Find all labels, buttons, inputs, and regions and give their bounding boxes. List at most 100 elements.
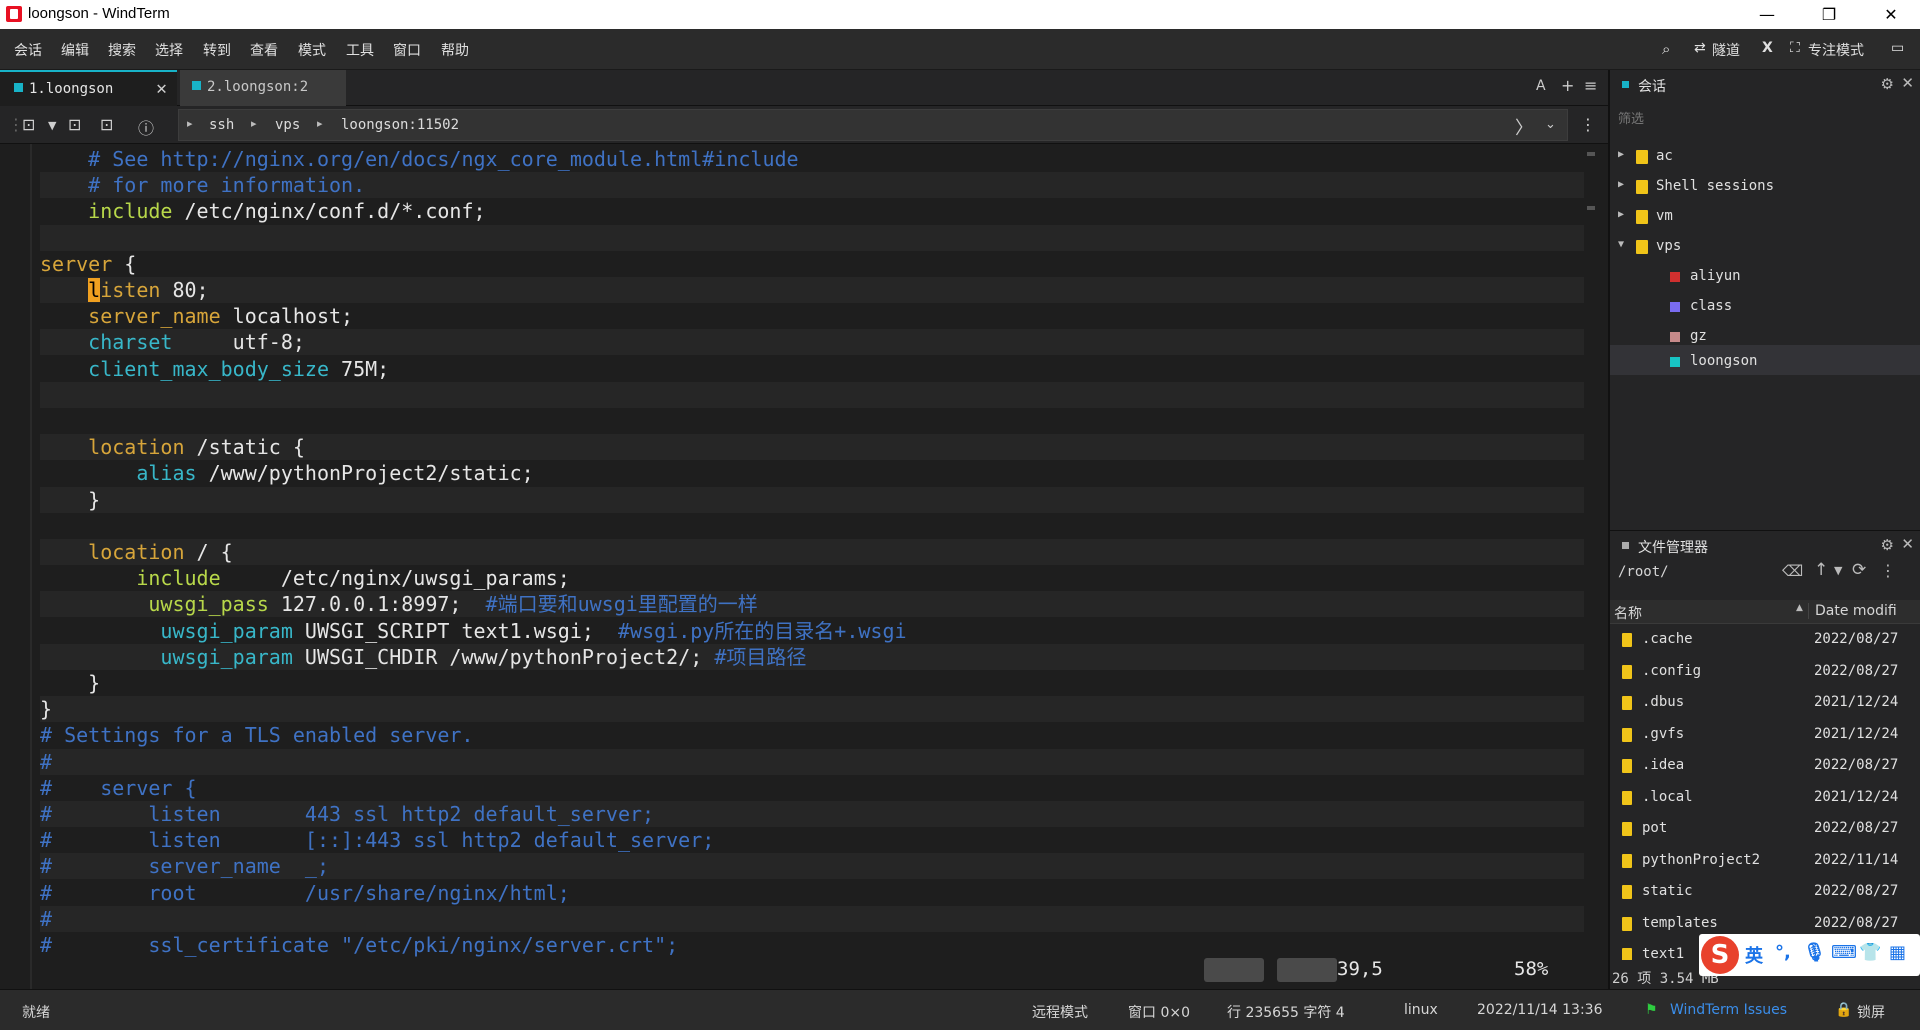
- file-row[interactable]: pythonProject2 2022/11/14: [1610, 846, 1920, 876]
- punctuation-icon[interactable]: °,: [1775, 942, 1791, 963]
- menu-bar: 会话 编辑 搜索 选择 转到 查看 模式 工具 窗口 帮助 ⌕ ⇄ 隧道 X ⛶…: [0, 29, 1920, 70]
- folder-icon: [1636, 210, 1648, 224]
- history-dropdown-icon[interactable]: ▼: [1834, 564, 1842, 577]
- layout-icon[interactable]: ▭: [1891, 40, 1904, 56]
- file-row[interactable]: .idea 2022/08/27: [1610, 751, 1920, 781]
- terminal-line: # Settings for a TLS enabled server.: [40, 722, 1585, 748]
- file-row[interactable]: .gvfs 2021/12/24: [1610, 720, 1920, 750]
- menu-tools[interactable]: 工具: [346, 40, 374, 60]
- session-class[interactable]: class: [1618, 296, 1908, 320]
- tab-loongson-1[interactable]: 1.loongson ✕: [0, 70, 177, 106]
- refresh-icon[interactable]: ⟳: [1852, 560, 1866, 580]
- breadcrumb-vps[interactable]: vps: [275, 117, 300, 133]
- status-datetime: 2022/11/14 13:36: [1477, 1002, 1603, 1018]
- focus-mode-button[interactable]: 专注模式: [1808, 40, 1864, 60]
- up-directory-icon[interactable]: ↑: [1814, 560, 1828, 580]
- expand-arrow-icon[interactable]: ▶: [1618, 149, 1624, 160]
- session-filter-input[interactable]: 筛选: [1618, 108, 1914, 132]
- duplicate-session-icon[interactable]: ⊡: [68, 115, 81, 134]
- status-line-char[interactable]: 行 235655 字符 4: [1227, 1002, 1345, 1022]
- copy-session-icon[interactable]: ⊡: [100, 115, 113, 134]
- file-date: 2022/11/14: [1814, 851, 1899, 868]
- file-row[interactable]: .cache 2022/08/27: [1610, 625, 1920, 655]
- terminal-output[interactable]: # See http://nginx.org/en/docs/ngx_core_…: [0, 144, 1598, 989]
- x-icon[interactable]: X: [1762, 40, 1773, 56]
- breadcrumb-arrow-icon: ▸: [317, 117, 323, 130]
- file-row[interactable]: .local 2021/12/24: [1610, 783, 1920, 813]
- font-size-icon[interactable]: A: [1536, 78, 1546, 94]
- menu-help[interactable]: 帮助: [441, 40, 469, 60]
- menu-edit[interactable]: 编辑: [61, 40, 89, 60]
- more-icon[interactable]: ⋮: [1580, 115, 1596, 134]
- expand-arrow-icon[interactable]: ▶: [1618, 209, 1624, 220]
- chevron-right-icon[interactable]: 〉: [1515, 114, 1533, 140]
- close-panel-icon[interactable]: ✕: [1901, 535, 1914, 553]
- menu-goto[interactable]: 转到: [203, 40, 231, 60]
- file-row[interactable]: pot 2022/08/27: [1610, 814, 1920, 844]
- expand-arrow-icon[interactable]: ▶: [1618, 179, 1624, 190]
- gear-icon[interactable]: ⚙: [1881, 75, 1894, 93]
- menu-search[interactable]: 搜索: [108, 40, 136, 60]
- file-row[interactable]: .dbus 2021/12/24: [1610, 688, 1920, 718]
- dropdown-icon[interactable]: ▼: [48, 119, 56, 132]
- shirt-icon[interactable]: 👕: [1859, 942, 1881, 963]
- terminal-scrollbar[interactable]: [1584, 144, 1598, 989]
- issues-icon[interactable]: ⚑: [1645, 1002, 1658, 1018]
- file-row[interactable]: static 2022/08/27: [1610, 877, 1920, 907]
- tree-item-ac[interactable]: ▶ ac: [1618, 146, 1908, 170]
- keyboard-icon[interactable]: ⌨: [1831, 942, 1857, 963]
- breadcrumb-ssh[interactable]: ssh: [209, 117, 234, 133]
- menu-view[interactable]: 查看: [250, 40, 278, 60]
- sort-asc-icon[interactable]: ▲: [1796, 603, 1803, 613]
- session-aliyun[interactable]: aliyun: [1618, 266, 1908, 290]
- new-tab-icon[interactable]: +: [1561, 76, 1574, 95]
- menu-window[interactable]: 窗口: [393, 40, 421, 60]
- close-panel-icon[interactable]: ✕: [1901, 74, 1914, 92]
- terminal-line: client_max_body_size 75M;: [40, 356, 1585, 382]
- tree-item-shell-sessions[interactable]: ▶ Shell sessions: [1618, 176, 1908, 200]
- file-date: 2022/08/27: [1814, 631, 1899, 647]
- breadcrumb-host[interactable]: loongson:11502: [341, 117, 459, 133]
- lock-screen-button[interactable]: 锁屏: [1857, 1002, 1885, 1022]
- microphone-icon[interactable]: 🎙: [1803, 942, 1826, 963]
- status-remote-mode[interactable]: 远程模式: [1032, 1002, 1088, 1022]
- search-icon[interactable]: ⌕: [1662, 40, 1670, 58]
- file-row[interactable]: .config 2022/08/27: [1610, 657, 1920, 687]
- file-name: .local: [1642, 788, 1693, 805]
- gear-icon[interactable]: ⚙: [1881, 536, 1894, 554]
- tab-loongson-2[interactable]: 2.loongson:2: [180, 70, 346, 106]
- chevron-down-icon[interactable]: ⌄: [1545, 117, 1556, 132]
- minimize-button[interactable]: —: [1738, 0, 1796, 29]
- menu-session[interactable]: 会话: [14, 40, 42, 60]
- address-bar[interactable]: ▸ ssh ▸ vps ▸ loongson:11502 〉 ⌄: [178, 109, 1568, 141]
- clear-path-icon[interactable]: ⌫: [1782, 562, 1803, 580]
- session-loongson[interactable]: loongson: [1618, 351, 1908, 375]
- cursor-position: 39,5: [1337, 958, 1383, 980]
- menu-select[interactable]: 选择: [155, 40, 183, 60]
- focus-mode-icon[interactable]: ⛶: [1790, 40, 1800, 56]
- menu-mode[interactable]: 模式: [298, 40, 326, 60]
- new-session-icon[interactable]: ⊡: [22, 115, 35, 134]
- maximize-button[interactable]: ❐: [1800, 0, 1858, 29]
- ime-toolbar[interactable]: S 英 °, 🎙 ⌨ 👕 ▦: [1699, 934, 1920, 976]
- tree-item-vm[interactable]: ▶ vm: [1618, 206, 1908, 230]
- collapse-arrow-icon[interactable]: ▼: [1618, 239, 1624, 250]
- file-path-input[interactable]: /root/ ⌫ ↑ ▼ ⟳ ⋮: [1616, 560, 1916, 586]
- windterm-issues-link[interactable]: WindTerm Issues: [1670, 1002, 1787, 1018]
- tunnel-button[interactable]: 隧道: [1712, 40, 1740, 60]
- column-name[interactable]: 名称: [1614, 603, 1642, 623]
- close-window-button[interactable]: ✕: [1862, 0, 1920, 29]
- close-tab-icon[interactable]: ✕: [156, 78, 167, 99]
- more-icon[interactable]: ⋮: [1880, 561, 1896, 580]
- ime-language[interactable]: 英: [1745, 942, 1763, 968]
- info-icon[interactable]: ⓘ: [138, 115, 154, 139]
- tunnel-icon[interactable]: ⇄: [1694, 40, 1706, 56]
- tree-item-vps[interactable]: ▼ vps: [1618, 236, 1908, 260]
- code-token: # listen [::]:443 ssl http2 default_serv…: [40, 828, 715, 853]
- lock-icon[interactable]: 🔒: [1835, 1002, 1852, 1018]
- sogou-logo-icon[interactable]: S: [1701, 936, 1739, 974]
- apps-icon[interactable]: ▦: [1889, 942, 1906, 963]
- tab-label: 1.loongson: [29, 81, 114, 97]
- column-date[interactable]: Date modifi: [1808, 603, 1897, 619]
- tab-menu-icon[interactable]: ≡: [1584, 76, 1597, 95]
